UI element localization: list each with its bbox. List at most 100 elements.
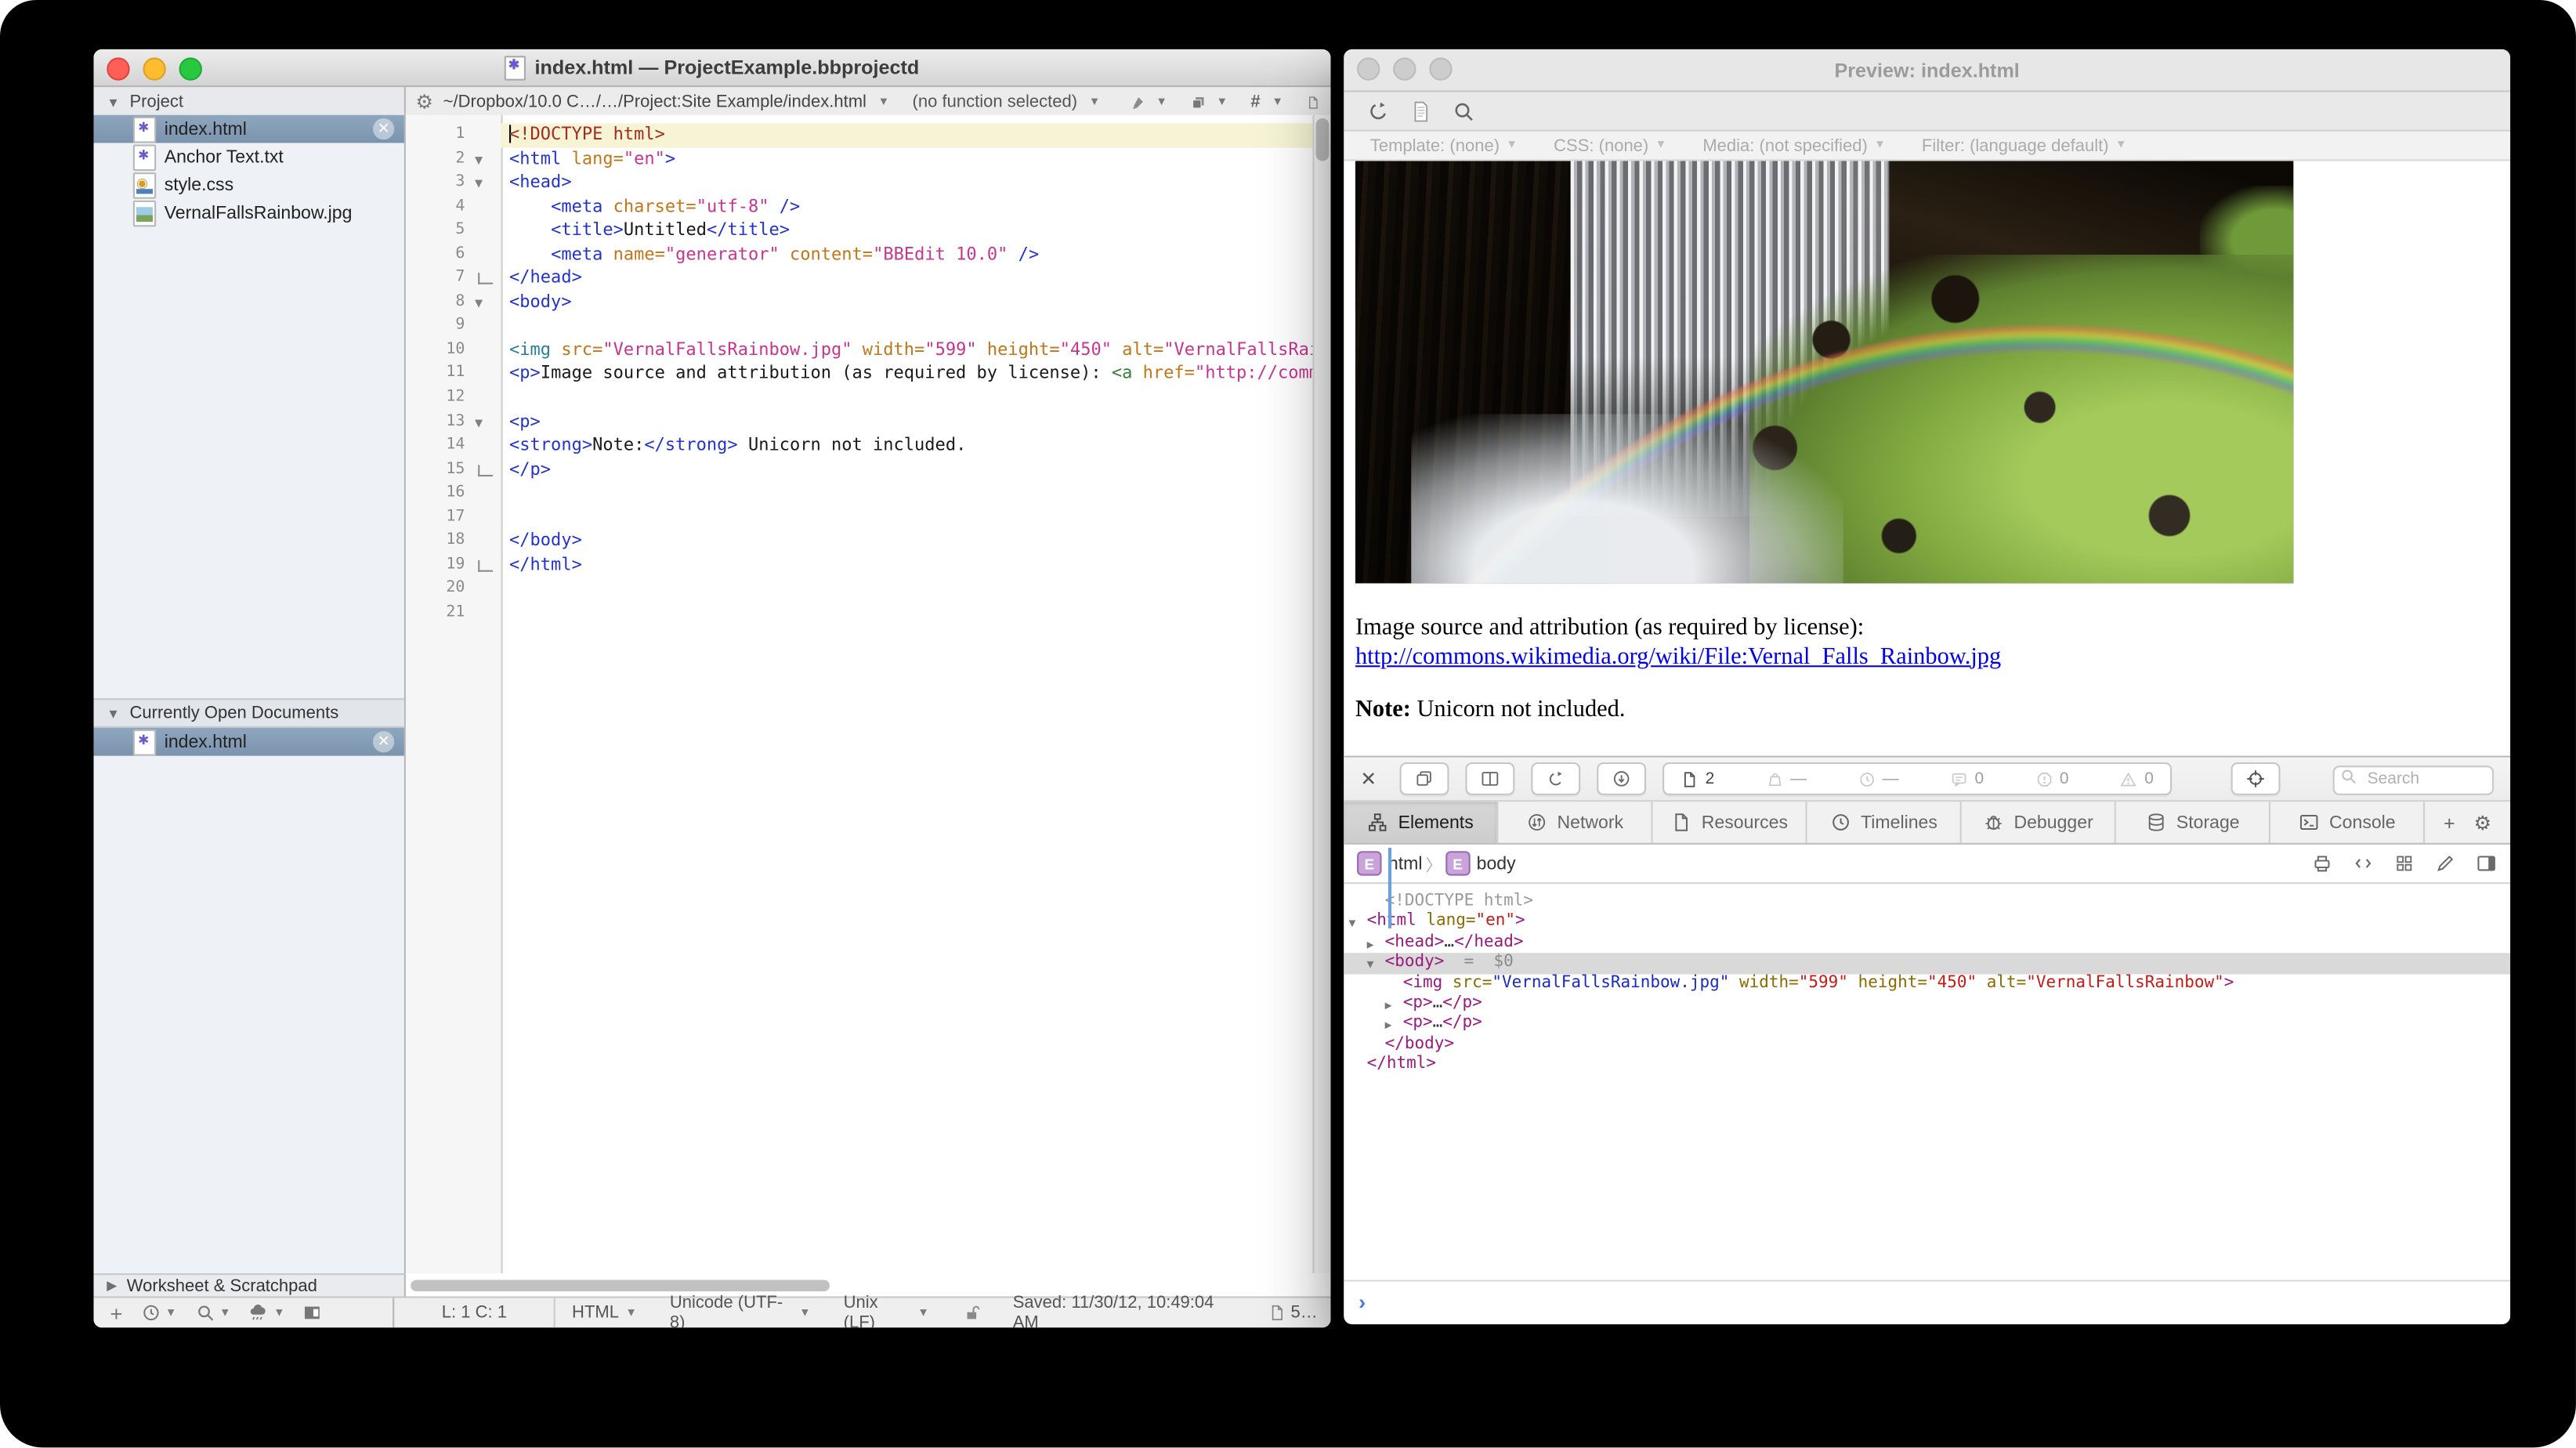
fold-gutter[interactable]	[472, 553, 501, 577]
expand-arrow-icon[interactable]: ▶	[1367, 935, 1374, 955]
code-line[interactable]: 8▼<body>	[406, 291, 1315, 315]
code-text[interactable]: </p>	[501, 458, 1315, 482]
code-line[interactable]: 13▼<p>	[406, 410, 1315, 434]
code-line[interactable]: 2▼<html lang="en">	[406, 147, 1315, 172]
code-text[interactable]	[501, 314, 1315, 338]
function-popup[interactable]: (no function selected)	[913, 92, 1078, 111]
code-line[interactable]: 17	[406, 505, 1315, 530]
code-text[interactable]	[501, 482, 1315, 506]
code-line[interactable]: 5 <title>Untitled</title>	[406, 219, 1315, 243]
dom-tree-node[interactable]: </body>	[1344, 1034, 2510, 1055]
encoding-popup[interactable]: Unicode (UTF-8)▼	[653, 1293, 827, 1327]
code-text[interactable]: <meta name="generator" content="BBEdit 1…	[501, 243, 1315, 267]
chevron-down-icon[interactable]: ▼	[1272, 96, 1283, 108]
marker-icon[interactable]	[1130, 91, 1145, 112]
chevron-down-icon[interactable]: ▼	[1156, 96, 1167, 108]
sidebar-toggle-icon[interactable]	[303, 1303, 323, 1323]
chevron-down-icon[interactable]: ▼	[1089, 96, 1101, 108]
close-inspector-icon[interactable]: ✕	[1360, 767, 1383, 790]
fold-open-icon[interactable]: ▼	[475, 292, 483, 317]
time-stat[interactable]: —	[1858, 769, 1898, 787]
reload-button[interactable]	[1531, 762, 1580, 795]
print-icon[interactable]	[2311, 853, 2332, 874]
code-line[interactable]: 4 <meta charset="utf-8" />	[406, 195, 1315, 219]
fold-open-icon[interactable]: ▼	[475, 149, 483, 173]
open-documents-header[interactable]: ▼ Currently Open Documents	[94, 698, 404, 728]
code-text[interactable]: <head>	[501, 171, 1315, 195]
weight-stat[interactable]: —	[1766, 769, 1807, 787]
zoom-button[interactable]	[1429, 57, 1452, 80]
code-text[interactable]	[501, 577, 1315, 602]
code-line[interactable]: 16	[406, 482, 1315, 506]
file-item[interactable]: VernalFallsRainbow.jpg	[94, 199, 404, 227]
file-path[interactable]: ~/Dropbox/10.0 C…/…/Project:Site Example…	[443, 92, 867, 111]
dom-tree-node[interactable]: <img src="VernalFallsRainbow.jpg" width=…	[1344, 974, 2510, 994]
fold-open-icon[interactable]: ▼	[475, 172, 483, 197]
code-text[interactable]: <title>Untitled</title>	[501, 219, 1315, 243]
tab-timelines[interactable]: Timelines	[1807, 802, 1962, 842]
file-item[interactable]: style.css	[94, 171, 404, 199]
layers-icon[interactable]	[1190, 91, 1205, 112]
expand-arrow-icon[interactable]: ▶	[1385, 1016, 1392, 1037]
fold-gutter[interactable]: ▼	[472, 291, 501, 315]
split-view-button[interactable]	[1465, 762, 1514, 795]
collapse-arrow-icon[interactable]: ▼	[1349, 914, 1356, 935]
document-proxy-icon[interactable]	[505, 55, 526, 79]
code-line[interactable]: 12	[406, 386, 1315, 411]
code-line[interactable]: 3▼<head>	[406, 171, 1315, 195]
search-icon[interactable]	[195, 1303, 215, 1323]
expand-arrow-icon[interactable]: ▶	[1385, 996, 1392, 1016]
worksheet-scratchpad-row[interactable]: ▶ Worksheet & Scratchpad	[94, 1273, 406, 1298]
code-text[interactable]: <meta charset="utf-8" />	[501, 195, 1315, 219]
code-text[interactable]: <body>	[501, 291, 1315, 315]
line-ending-popup[interactable]: Unix (LF)▼	[827, 1293, 946, 1327]
panel-layout-icon[interactable]	[2476, 853, 2497, 874]
add-icon[interactable]: +	[110, 1301, 122, 1325]
zoom-button[interactable]	[179, 57, 202, 80]
vertical-scrollbar[interactable]	[1312, 115, 1330, 1273]
fold-close-icon[interactable]	[478, 465, 493, 476]
console-prompt[interactable]: ›	[1344, 1280, 2510, 1324]
code-text[interactable]: </html>	[501, 553, 1315, 577]
chevron-down-icon[interactable]: ▼	[165, 1307, 177, 1319]
preview-option-popup[interactable]: CSS: (none)▼	[1554, 136, 1666, 155]
file-item[interactable]: index.html✕	[94, 115, 404, 143]
dom-tree-node[interactable]: <!DOCTYPE html>	[1344, 892, 2510, 913]
tab-elements[interactable]: Elements	[1344, 802, 1498, 842]
gear-icon[interactable]: ⚙	[416, 92, 434, 111]
code-text[interactable]: <p>Image source and attribution (as requ…	[501, 362, 1315, 386]
lock-status[interactable]	[946, 1303, 997, 1323]
code-text[interactable]: <!DOCTYPE html>	[501, 123, 1315, 147]
code-text[interactable]: <html lang="en">	[501, 147, 1315, 172]
dom-tree-node[interactable]: </html>	[1344, 1055, 2510, 1075]
chevron-down-icon[interactable]: ▼	[273, 1307, 285, 1319]
detach-button[interactable]	[1400, 762, 1449, 795]
chevron-down-icon[interactable]: ▼	[878, 96, 890, 108]
dom-tree[interactable]: <!DOCTYPE html>▼<html lang="en">▶<head>……	[1344, 884, 2510, 1075]
code-line[interactable]: 21	[406, 601, 1315, 625]
code-text[interactable]	[501, 386, 1315, 411]
warnings-stat[interactable]: 0	[2120, 769, 2154, 787]
download-button[interactable]	[1597, 762, 1646, 795]
settings-gear-icon[interactable]: ⚙	[2474, 811, 2492, 834]
dom-tree-node[interactable]: ▼<html lang="en">	[1344, 913, 2510, 933]
preview-option-popup[interactable]: Template: (none)▼	[1370, 136, 1518, 155]
dom-tree-node[interactable]: ▶<p>…</p>	[1344, 994, 2510, 1015]
grid-icon[interactable]	[2393, 853, 2415, 874]
minimize-button[interactable]	[143, 57, 165, 80]
add-tab-icon[interactable]: +	[2444, 811, 2455, 834]
disclosure-triangle-icon[interactable]: ▼	[107, 95, 120, 110]
minimize-button[interactable]	[1393, 57, 1416, 80]
fold-gutter[interactable]	[472, 266, 501, 291]
console-messages-stat[interactable]: 0	[1950, 769, 1984, 787]
code-line[interactable]: 18</body>	[406, 530, 1315, 554]
preview-titlebar[interactable]: Preview: index.html	[1344, 49, 2510, 92]
disclosure-triangle-icon[interactable]: ▼	[107, 706, 120, 721]
tab-console[interactable]: Console	[2270, 802, 2425, 842]
bbedit-titlebar[interactable]: index.html — ProjectExample.bbprojectd	[94, 49, 1331, 87]
project-header[interactable]: ▼ Project	[94, 87, 406, 117]
tab-resources[interactable]: Resources	[1652, 802, 1807, 842]
fold-gutter[interactable]: ▼	[472, 147, 501, 172]
fold-gutter[interactable]: ▼	[472, 410, 501, 434]
close-file-icon[interactable]: ✕	[373, 731, 394, 752]
